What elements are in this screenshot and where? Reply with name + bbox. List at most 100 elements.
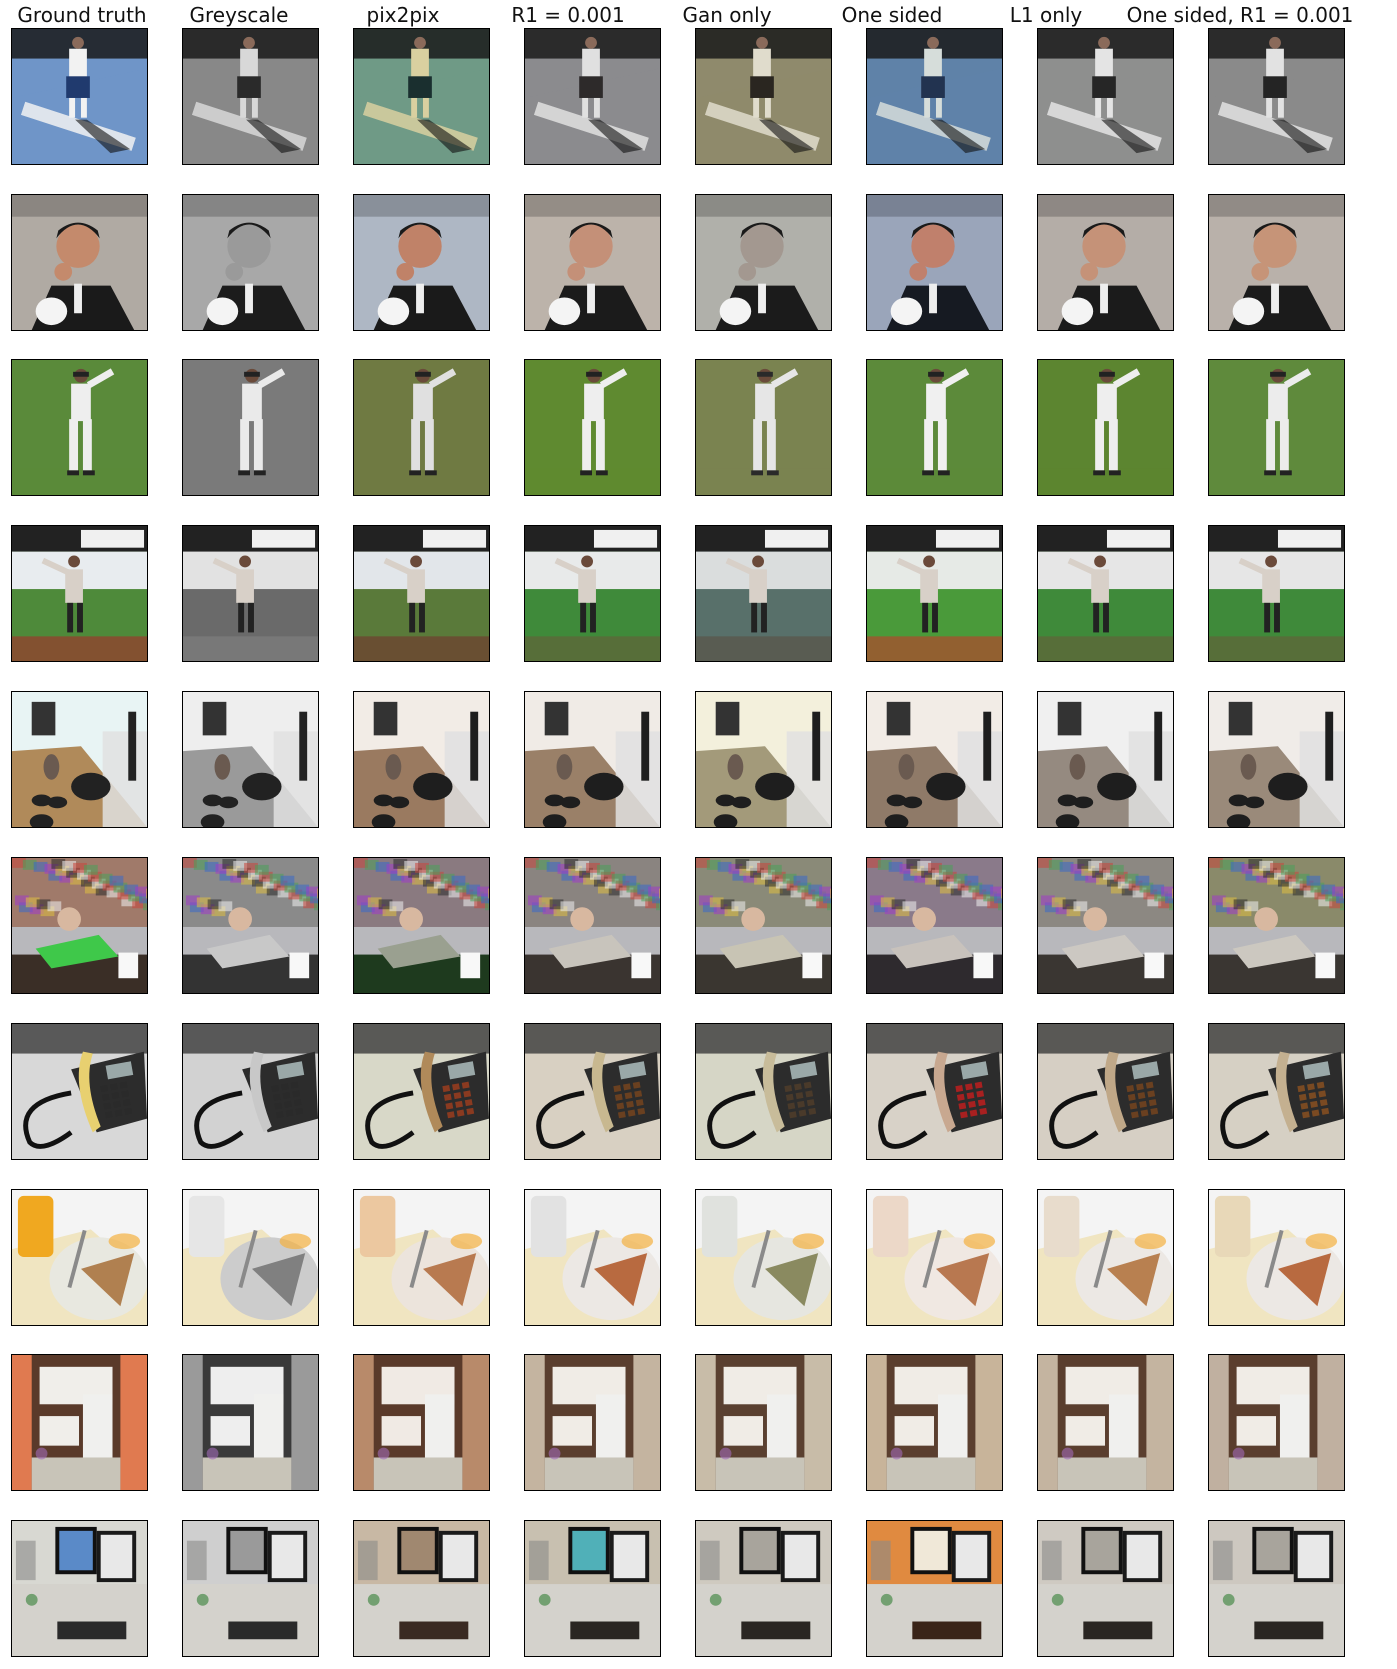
photo-tennis-player — [696, 29, 831, 164]
column-title-gan-only: Gan only — [682, 3, 772, 27]
image-kitchen-one-sided — [866, 1354, 1003, 1491]
photo-room-with-cat — [183, 692, 318, 827]
photo-baseball-pitcher — [354, 360, 489, 495]
image-young-man-couch-one-sided-r1-0-001 — [1208, 857, 1345, 994]
image-room-with-cat-gan-only — [695, 691, 832, 828]
photo-tennis-player — [354, 29, 489, 164]
photo-stadium-pitcher — [525, 526, 660, 661]
photo-computer-desk — [354, 1521, 489, 1656]
image-young-man-couch-gan-only — [695, 857, 832, 994]
image-man-eating-gan-only — [695, 194, 832, 331]
image-tennis-player-pix2pix — [353, 28, 490, 165]
image-computer-desk-one-sided-r1-0-001 — [1208, 1520, 1345, 1657]
photo-kitchen — [1209, 1355, 1344, 1490]
photo-stadium-pitcher — [696, 526, 831, 661]
photo-kitchen — [12, 1355, 147, 1490]
photo-man-eating — [867, 195, 1002, 330]
image-baseball-pitcher-gan-only — [695, 359, 832, 496]
photo-kitchen — [525, 1355, 660, 1490]
photo-young-man-couch — [12, 858, 147, 993]
image-baseball-pitcher-one-sided-r1-0-001 — [1208, 359, 1345, 496]
image-desk-telephone-gan-only — [695, 1023, 832, 1160]
photo-young-man-couch — [183, 858, 318, 993]
photo-computer-desk — [525, 1521, 660, 1656]
image-man-eating-l1-only — [1037, 194, 1174, 331]
image-young-man-couch-r1-0-001 — [524, 857, 661, 994]
image-desk-telephone-one-sided-r1-0-001 — [1208, 1023, 1345, 1160]
photo-stadium-pitcher — [12, 526, 147, 661]
photo-man-eating — [12, 195, 147, 330]
image-stadium-pitcher-greyscale — [182, 525, 319, 662]
photo-room-with-cat — [1209, 692, 1344, 827]
photo-juice-and-pie — [354, 1190, 489, 1325]
photo-man-eating — [183, 195, 318, 330]
photo-young-man-couch — [1038, 858, 1173, 993]
image-juice-and-pie-pix2pix — [353, 1189, 490, 1326]
photo-baseball-pitcher — [696, 360, 831, 495]
image-room-with-cat-ground-truth — [11, 691, 148, 828]
image-man-eating-ground-truth — [11, 194, 148, 331]
image-young-man-couch-l1-only — [1037, 857, 1174, 994]
photo-juice-and-pie — [525, 1190, 660, 1325]
image-room-with-cat-one-sided-r1-0-001 — [1208, 691, 1345, 828]
image-stadium-pitcher-one-sided-r1-0-001 — [1208, 525, 1345, 662]
photo-computer-desk — [867, 1521, 1002, 1656]
image-tennis-player-greyscale — [182, 28, 319, 165]
image-tennis-player-ground-truth — [11, 28, 148, 165]
photo-computer-desk — [1038, 1521, 1173, 1656]
photo-room-with-cat — [12, 692, 147, 827]
column-title-ground-truth: Ground truth — [17, 3, 147, 27]
image-man-eating-pix2pix — [353, 194, 490, 331]
photo-man-eating — [525, 195, 660, 330]
image-baseball-pitcher-pix2pix — [353, 359, 490, 496]
photo-young-man-couch — [354, 858, 489, 993]
image-computer-desk-gan-only — [695, 1520, 832, 1657]
photo-desk-telephone — [12, 1024, 147, 1159]
photo-room-with-cat — [696, 692, 831, 827]
photo-stadium-pitcher — [354, 526, 489, 661]
photo-juice-and-pie — [867, 1190, 1002, 1325]
image-computer-desk-r1-0-001 — [524, 1520, 661, 1657]
photo-young-man-couch — [696, 858, 831, 993]
photo-juice-and-pie — [696, 1190, 831, 1325]
photo-desk-telephone — [354, 1024, 489, 1159]
photo-young-man-couch — [525, 858, 660, 993]
image-young-man-couch-one-sided — [866, 857, 1003, 994]
image-kitchen-r1-0-001 — [524, 1354, 661, 1491]
photo-room-with-cat — [354, 692, 489, 827]
image-man-eating-one-sided — [866, 194, 1003, 331]
column-title-r1: R1 = 0.001 — [511, 3, 625, 27]
image-computer-desk-pix2pix — [353, 1520, 490, 1657]
image-tennis-player-gan-only — [695, 28, 832, 165]
column-title-pix2pix: pix2pix — [366, 3, 440, 27]
photo-baseball-pitcher — [12, 360, 147, 495]
image-desk-telephone-r1-0-001 — [524, 1023, 661, 1160]
image-young-man-couch-ground-truth — [11, 857, 148, 994]
photo-man-eating — [354, 195, 489, 330]
image-juice-and-pie-ground-truth — [11, 1189, 148, 1326]
photo-stadium-pitcher — [867, 526, 1002, 661]
image-kitchen-greyscale — [182, 1354, 319, 1491]
photo-baseball-pitcher — [183, 360, 318, 495]
photo-kitchen — [183, 1355, 318, 1490]
image-baseball-pitcher-one-sided — [866, 359, 1003, 496]
photo-kitchen — [696, 1355, 831, 1490]
image-kitchen-ground-truth — [11, 1354, 148, 1491]
image-juice-and-pie-one-sided-r1-0-001 — [1208, 1189, 1345, 1326]
photo-room-with-cat — [1038, 692, 1173, 827]
photo-kitchen — [1038, 1355, 1173, 1490]
image-room-with-cat-one-sided — [866, 691, 1003, 828]
photo-computer-desk — [1209, 1521, 1344, 1656]
image-room-with-cat-r1-0-001 — [524, 691, 661, 828]
photo-stadium-pitcher — [183, 526, 318, 661]
image-juice-and-pie-r1-0-001 — [524, 1189, 661, 1326]
photo-juice-and-pie — [1209, 1190, 1344, 1325]
image-desk-telephone-l1-only — [1037, 1023, 1174, 1160]
image-desk-telephone-ground-truth — [11, 1023, 148, 1160]
image-juice-and-pie-greyscale — [182, 1189, 319, 1326]
photo-computer-desk — [12, 1521, 147, 1656]
image-young-man-couch-greyscale — [182, 857, 319, 994]
photo-tennis-player — [525, 29, 660, 164]
photo-kitchen — [354, 1355, 489, 1490]
image-computer-desk-greyscale — [182, 1520, 319, 1657]
